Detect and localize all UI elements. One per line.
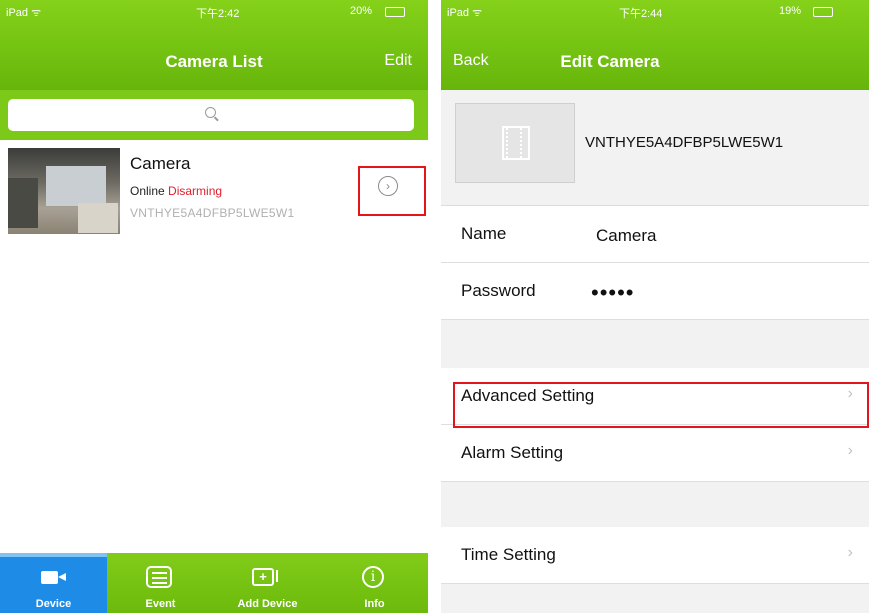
- status-bar: iPad ᯤ 下午2:44 19%: [441, 0, 869, 22]
- device-header: VNTHYE5A4DFBP5LWE5W1: [441, 90, 869, 206]
- name-field[interactable]: Camera: [596, 226, 656, 246]
- tab-label: Add Device: [237, 598, 298, 610]
- battery-icon: [385, 7, 405, 17]
- page-title: Edit Camera: [560, 52, 660, 71]
- device-uid: VNTHYE5A4DFBP5LWE5W1: [585, 134, 784, 151]
- menu-item-label: Time Setting: [461, 545, 556, 564]
- tab-label: Event: [145, 598, 176, 610]
- camera-status: Online Disarming: [130, 184, 222, 198]
- edit-camera-screen: iPad ᯤ 下午2:44 19% Back Edit Camera VNTHY…: [441, 0, 869, 613]
- status-time: 下午2:44: [619, 8, 663, 20]
- password-label: Password: [461, 281, 536, 300]
- battery-percent: 20%: [350, 5, 373, 17]
- camera-name: Camera: [130, 154, 191, 173]
- menu-item-time-setting[interactable]: Time Setting ›: [441, 527, 869, 584]
- tab-add-device[interactable]: + Add Device: [214, 553, 321, 613]
- film-icon: [502, 126, 530, 160]
- status-bar: iPad ᯤ 下午2:42 20%: [0, 0, 428, 22]
- carrier-label: iPad ᯤ: [447, 7, 483, 19]
- highlight-box: [453, 382, 869, 428]
- camera-thumbnail: [8, 148, 120, 234]
- camera-icon: [41, 571, 66, 584]
- info-icon: i: [362, 566, 384, 588]
- tab-info[interactable]: i Info: [321, 553, 428, 613]
- tab-bar: Device Event + Add Device i Info: [0, 553, 428, 613]
- name-row[interactable]: Name Camera: [441, 206, 869, 263]
- navigation-bar: iPad ᯤ 下午2:44 19% Back Edit Camera: [441, 0, 869, 90]
- tab-device[interactable]: Device: [0, 553, 107, 613]
- menu-item-alarm-setting[interactable]: Alarm Setting ›: [441, 425, 869, 482]
- online-status: Online: [130, 184, 165, 198]
- search-icon: [205, 107, 216, 118]
- chevron-right-icon: ›: [847, 442, 853, 459]
- battery-icon: [813, 7, 833, 17]
- chevron-right-icon: ›: [847, 544, 853, 561]
- menu-item-label: Alarm Setting: [461, 443, 564, 462]
- name-label: Name: [461, 224, 507, 243]
- battery-percent: 19%: [779, 5, 802, 17]
- password-row[interactable]: Password •••••: [441, 263, 869, 320]
- status-time: 下午2:42: [196, 8, 240, 20]
- highlight-box: [358, 166, 426, 216]
- search-input[interactable]: [8, 99, 414, 131]
- camera-uid: VNTHYE5A4DFBP5LWE5W1: [130, 206, 295, 220]
- carrier-label: iPad ᯤ: [6, 7, 42, 19]
- camera-list-screen: iPad ᯤ 下午2:42 20% Camera List Edit Camer…: [0, 0, 428, 613]
- tab-label: Device: [35, 598, 72, 610]
- arming-state: Disarming: [168, 184, 223, 198]
- navigation-bar: iPad ᯤ 下午2:42 20% Camera List Edit: [0, 0, 428, 90]
- search-bar: [0, 90, 428, 140]
- device-image[interactable]: [455, 103, 575, 183]
- page-title: Camera List: [165, 52, 263, 71]
- tab-label: Info: [364, 598, 385, 610]
- edit-button[interactable]: Edit: [384, 52, 412, 70]
- add-device-icon: +: [252, 568, 274, 586]
- password-field[interactable]: •••••: [591, 280, 635, 306]
- list-icon: [146, 566, 172, 588]
- tab-event[interactable]: Event: [107, 553, 214, 613]
